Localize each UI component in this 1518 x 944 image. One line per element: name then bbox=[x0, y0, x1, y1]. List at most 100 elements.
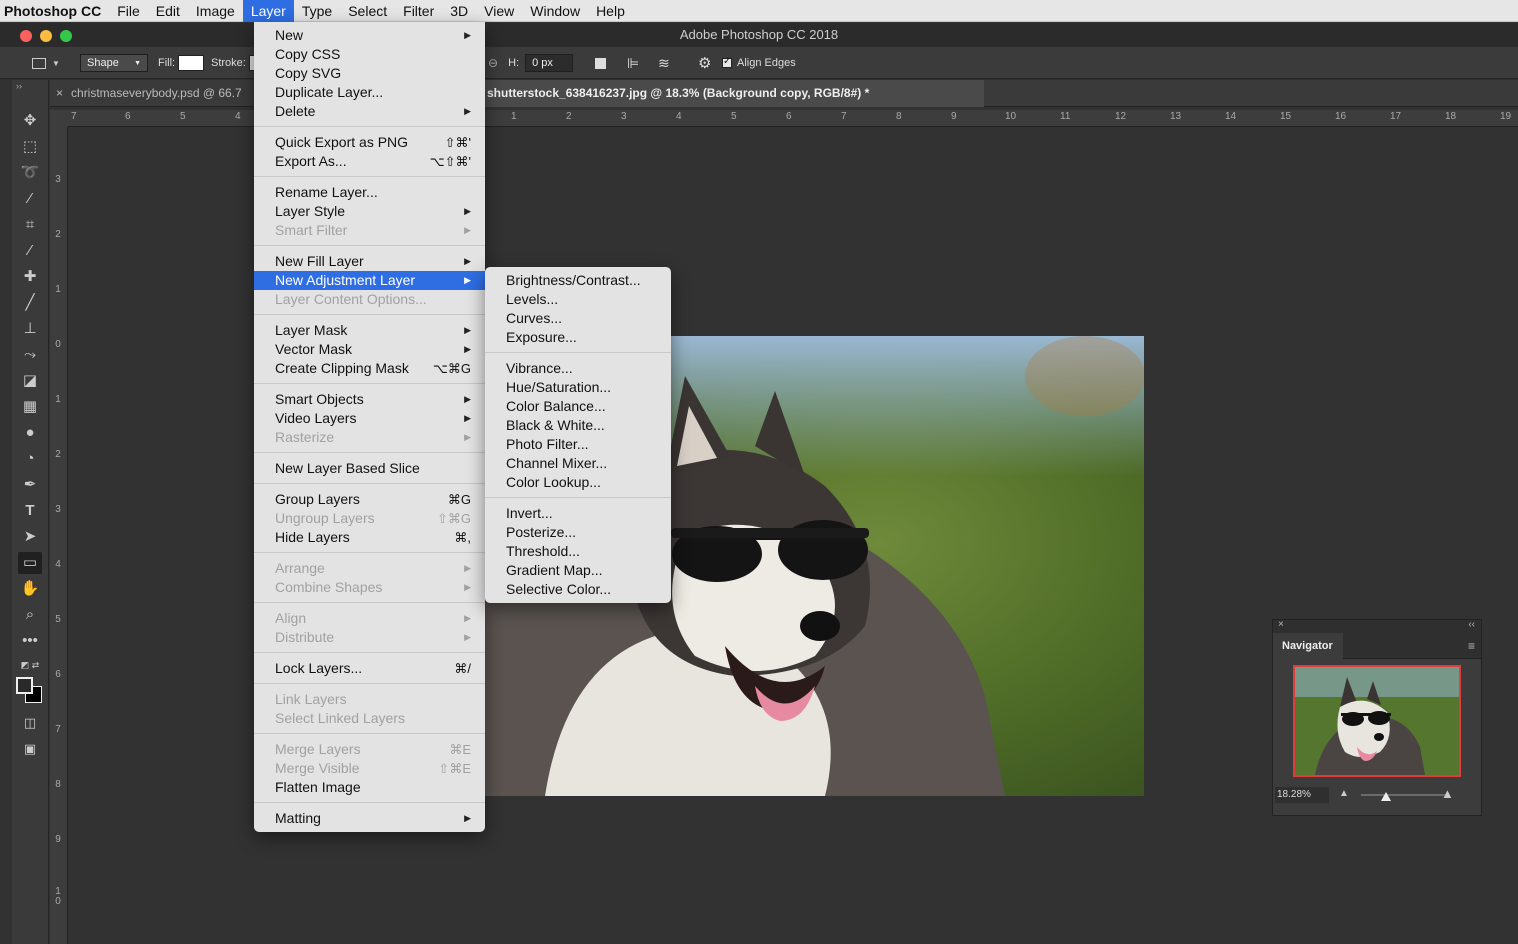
close-icon[interactable]: × bbox=[1278, 619, 1284, 630]
menu-item-color-lookup[interactable]: Color Lookup... bbox=[485, 473, 671, 492]
menu-item-hue-saturation[interactable]: Hue/Saturation... bbox=[485, 378, 671, 397]
menu-item-new-layer-based-slice[interactable]: New Layer Based Slice bbox=[254, 459, 485, 478]
eraser-icon[interactable]: ◪ bbox=[18, 370, 42, 392]
menu-item-vector-mask[interactable]: Vector Mask ▶ bbox=[254, 340, 485, 359]
menu-item-selective-color[interactable]: Selective Color... bbox=[485, 580, 671, 599]
toolbox-collapse-icon[interactable]: ›› bbox=[12, 80, 49, 92]
menu-item-black-white[interactable]: Black & White... bbox=[485, 416, 671, 435]
foreground-color-swatch[interactable] bbox=[16, 677, 33, 694]
menu-item-rename-layer[interactable]: Rename Layer... bbox=[254, 183, 485, 202]
lasso-icon[interactable]: ➰ bbox=[18, 162, 42, 184]
panel-menu-icon[interactable]: ≡ bbox=[1468, 639, 1475, 653]
menu-edit[interactable]: Edit bbox=[148, 0, 188, 22]
screen-mode-icon[interactable]: ▣ bbox=[18, 738, 42, 760]
pen-icon[interactable]: ✒ bbox=[18, 474, 42, 496]
menu-item-matting[interactable]: Matting ▶ bbox=[254, 809, 485, 828]
menu-file[interactable]: File bbox=[109, 0, 148, 22]
gear-icon[interactable]: ⚙ bbox=[698, 54, 711, 72]
marquee-icon[interactable]: ⬚ bbox=[18, 136, 42, 158]
align-edges-checkbox[interactable]: Align Edges bbox=[722, 47, 796, 79]
menu-item-delete[interactable]: Delete ▶ bbox=[254, 102, 485, 121]
path-operations-icon[interactable] bbox=[595, 57, 606, 69]
menu-item-group-layers[interactable]: Group Layers ⌘G bbox=[254, 490, 485, 509]
tab-shutterstock[interactable]: shutterstock_638416237.jpg @ 18.3% (Back… bbox=[484, 80, 984, 107]
zoom-input[interactable]: 18.28% bbox=[1275, 787, 1329, 803]
dodge-icon[interactable]: ◔ bbox=[18, 448, 42, 470]
menu-item-export-as[interactable]: Export As... ⌥⇧⌘' bbox=[254, 152, 485, 171]
menu-help[interactable]: Help bbox=[588, 0, 633, 22]
menu-item-duplicate-layer[interactable]: Duplicate Layer... bbox=[254, 83, 485, 102]
menu-item-threshold[interactable]: Threshold... bbox=[485, 542, 671, 561]
menu-item-brightness-contrast[interactable]: Brightness/Contrast... bbox=[485, 271, 671, 290]
quick-select-icon[interactable]: ⁄ bbox=[18, 188, 42, 210]
brush-icon[interactable]: ╱ bbox=[18, 292, 42, 314]
path-select-icon[interactable]: ➤ bbox=[18, 526, 42, 548]
menu-item-quick-export-png[interactable]: Quick Export as PNG ⇧⌘' bbox=[254, 133, 485, 152]
menu-item-copy-svg[interactable]: Copy SVG bbox=[254, 64, 485, 83]
rectangle-icon[interactable]: ▭ bbox=[18, 552, 42, 574]
menu-item-layer-style[interactable]: Layer Style ▶ bbox=[254, 202, 485, 221]
menu-item-color-balance[interactable]: Color Balance... bbox=[485, 397, 671, 416]
menu-item-exposure[interactable]: Exposure... bbox=[485, 328, 671, 347]
menu-item-new-adjustment-layer[interactable]: New Adjustment Layer ▶ bbox=[254, 271, 485, 290]
blur-icon[interactable]: ● bbox=[18, 422, 42, 444]
move-icon[interactable]: ✥ bbox=[18, 110, 42, 132]
menu-item-new[interactable]: New ▶ bbox=[254, 26, 485, 45]
menu-item-smart-objects[interactable]: Smart Objects ▶ bbox=[254, 390, 485, 409]
type-icon[interactable]: T bbox=[18, 500, 42, 522]
hand-icon[interactable]: ✋ bbox=[18, 578, 42, 600]
height-input[interactable]: 0 px bbox=[525, 54, 574, 72]
healing-brush-icon[interactable]: ✚ bbox=[18, 266, 42, 288]
menu-image[interactable]: Image bbox=[188, 0, 243, 22]
eyedropper-icon[interactable]: ⁄ bbox=[18, 240, 42, 262]
quick-mask-icon[interactable]: ◫ bbox=[18, 712, 42, 734]
link-icon[interactable]: ⊖ bbox=[488, 56, 498, 70]
menu-filter[interactable]: Filter bbox=[395, 0, 442, 22]
menu-item-levels[interactable]: Levels... bbox=[485, 290, 671, 309]
menu-type[interactable]: Type bbox=[294, 0, 340, 22]
tab-navigator[interactable]: Navigator bbox=[1273, 633, 1343, 659]
menu-item-label: Color Lookup... bbox=[506, 474, 601, 490]
path-arrangement-icon[interactable]: ≋ bbox=[658, 55, 670, 72]
menu-item-new-fill-layer[interactable]: New Fill Layer ▶ bbox=[254, 252, 485, 271]
fill-swatch[interactable] bbox=[178, 55, 205, 71]
tab-christmaseverybody[interactable]: × christmaseverybody.psd @ 66.7 bbox=[56, 80, 256, 107]
menu-item-posterize[interactable]: Posterize... bbox=[485, 523, 671, 542]
menu-view[interactable]: View bbox=[476, 0, 522, 22]
more-tools-icon[interactable]: ••• bbox=[18, 630, 42, 652]
zoom-in-icon[interactable]: ▲ bbox=[1441, 786, 1454, 801]
menu-select[interactable]: Select bbox=[340, 0, 395, 22]
zoom-icon[interactable]: ⌕ bbox=[18, 604, 42, 626]
history-brush-icon[interactable]: ⤳ bbox=[18, 344, 42, 366]
menu-item-channel-mixer[interactable]: Channel Mixer... bbox=[485, 454, 671, 473]
default-colors-icon[interactable]: ◩ ⇄ bbox=[18, 654, 42, 676]
menu-item-copy-css[interactable]: Copy CSS bbox=[254, 45, 485, 64]
clone-stamp-icon[interactable]: ⊥ bbox=[18, 318, 42, 340]
menu-item-hide-layers[interactable]: Hide Layers ⌘, bbox=[254, 528, 485, 547]
gradient-icon[interactable]: ▦ bbox=[18, 396, 42, 418]
menu-item-create-clipping-mask[interactable]: Create Clipping Mask ⌥⌘G bbox=[254, 359, 485, 378]
collapse-icon[interactable]: ‹‹ bbox=[1468, 619, 1475, 630]
menu-item-gradient-map[interactable]: Gradient Map... bbox=[485, 561, 671, 580]
navigator-thumbnail[interactable] bbox=[1293, 665, 1461, 777]
menu-item-vibrance[interactable]: Vibrance... bbox=[485, 359, 671, 378]
close-icon[interactable]: × bbox=[56, 86, 63, 100]
crop-icon[interactable]: ⌗ bbox=[18, 214, 42, 236]
menu-item-flatten-image[interactable]: Flatten Image bbox=[254, 778, 485, 797]
zoom-slider-track[interactable] bbox=[1361, 794, 1449, 796]
shape-mode-select[interactable]: Shape ▼ bbox=[80, 54, 148, 72]
menu-item-lock-layers[interactable]: Lock Layers... ⌘/ bbox=[254, 659, 485, 678]
zoom-slider-handle[interactable] bbox=[1380, 792, 1391, 801]
menu-item-video-layers[interactable]: Video Layers ▶ bbox=[254, 409, 485, 428]
menu-window[interactable]: Window bbox=[522, 0, 588, 22]
menu-item-curves[interactable]: Curves... bbox=[485, 309, 671, 328]
menu-app-photoshop[interactable]: Photoshop CC bbox=[0, 0, 109, 22]
menu-3d[interactable]: 3D bbox=[442, 0, 476, 22]
menu-item-invert[interactable]: Invert... bbox=[485, 504, 671, 523]
zoom-out-icon[interactable]: ▲ bbox=[1339, 788, 1349, 799]
menu-item-layer-mask[interactable]: Layer Mask ▶ bbox=[254, 321, 485, 340]
menu-layer[interactable]: Layer bbox=[242, 0, 294, 22]
path-alignment-icon[interactable]: ⊫ bbox=[627, 55, 639, 72]
tool-preset-picker[interactable]: ▼ bbox=[32, 47, 60, 79]
menu-item-photo-filter[interactable]: Photo Filter... bbox=[485, 435, 671, 454]
